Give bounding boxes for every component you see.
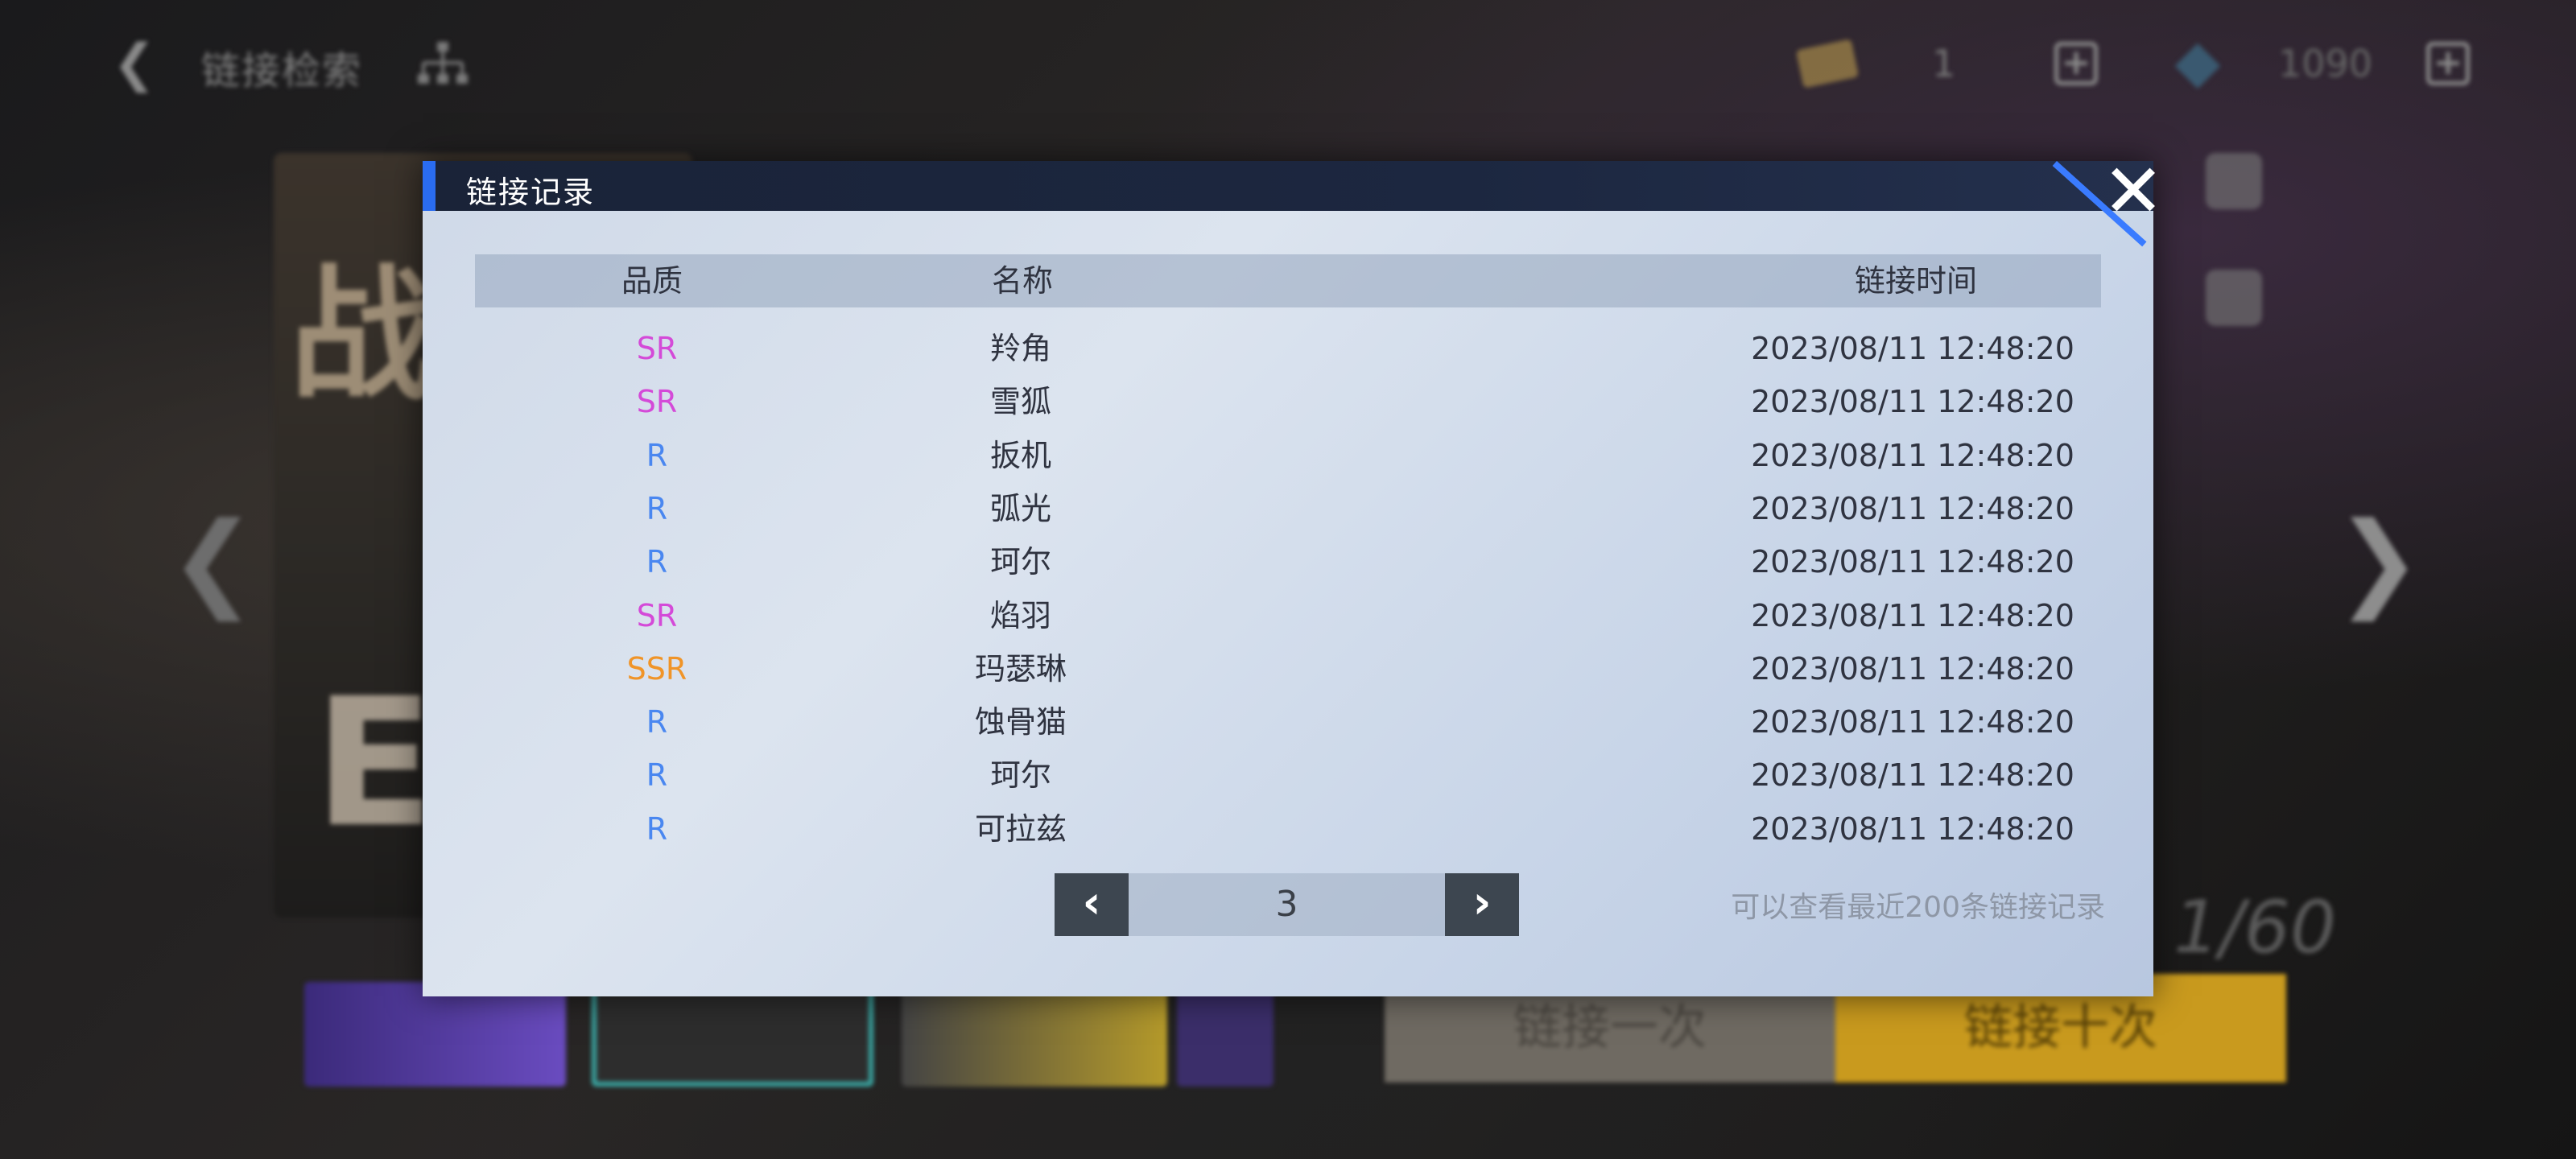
table-row: R 蚀骨猫 2023/08/11 12:48:20 [475,695,2101,749]
time-cell: 2023/08/11 12:48:20 [1751,810,2074,847]
link-record-dialog: 链接记录 品质 名称 链接时间 SR 羚角 2023/08/11 12:48:20 S… [423,161,2153,996]
page-number: 3 [1129,873,1445,936]
hierarchy-icon[interactable] [415,40,471,89]
time-cell: 2023/08/11 12:48:20 [1751,331,2074,366]
banner-thumbnail[interactable] [902,982,1167,1087]
name-cell: 可拉兹 [974,810,1067,847]
dialog-title: 链接记录 [466,175,596,210]
banner-logo-text: 战 [290,252,436,420]
table-row: R 珂尔 2023/08/11 12:48:20 [475,535,2101,588]
table-row: R 扳机 2023/08/11 12:48:20 [475,429,2101,482]
quality-cell: R [646,704,668,740]
name-cell: 蚀骨猫 [974,704,1067,740]
next-banner-arrow-icon[interactable]: ❯ [2334,499,2422,621]
column-header-time: 链接时间 [1854,263,1977,299]
banner-letter: E [314,660,436,866]
name-cell: 玛瑟琳 [974,650,1067,687]
name-cell: 扳机 [989,437,1051,473]
column-header-name: 名称 [991,263,1053,299]
table-row: R 弧光 2023/08/11 12:48:20 [475,482,2101,535]
quality-cell: SR [636,331,678,366]
quality-cell: SR [636,384,678,420]
quality-cell: R [646,437,668,473]
prev-banner-arrow-icon[interactable]: ❮ [169,499,257,621]
prev-page-button[interactable]: ‹ [1055,873,1129,936]
page-title: 链接检索 [201,48,363,93]
banner-thumbnail[interactable] [1177,982,1274,1087]
name-cell: 珂尔 [989,757,1051,794]
quality-cell: R [646,810,668,847]
record-limit-note: 可以查看最近200条链接记录 [1731,891,2105,924]
time-cell: 2023/08/11 12:48:20 [1751,704,2074,740]
time-cell: 2023/08/11 12:48:20 [1751,597,2074,633]
banner-thumbnail[interactable] [304,982,566,1087]
dialog-header: 链接记录 [423,161,2153,247]
name-cell: 弧光 [989,490,1051,526]
name-cell: 雪狐 [989,384,1051,420]
time-cell: 2023/08/11 12:48:20 [1751,437,2074,473]
table-header: 品质 名称 链接时间 [475,254,2101,307]
close-icon[interactable]: ✕ [2093,151,2174,232]
time-cell: 2023/08/11 12:48:20 [1751,490,2074,526]
gem-count: 1090 [2278,42,2373,85]
time-cell: 2023/08/11 12:48:20 [1751,650,2074,687]
name-cell: 羚角 [989,331,1051,366]
table-row: SR 雪狐 2023/08/11 12:48:20 [475,375,2101,428]
ticket-count: 1 [1932,42,1956,85]
table-row: SR 焰羽 2023/08/11 12:48:20 [475,589,2101,642]
column-header-quality: 品质 [621,263,683,299]
name-cell: 焰羽 [989,597,1051,633]
name-cell: 珂尔 [989,544,1051,580]
add-gem-icon[interactable]: + [2426,42,2470,85]
table-row: R 珂尔 2023/08/11 12:48:20 [475,749,2101,802]
back-arrow-icon[interactable]: ❮ [113,35,161,92]
quality-cell: SR [636,597,678,633]
quality-cell: R [646,544,668,580]
progress-counter: 1/60 [2174,885,2337,970]
quality-cell: R [646,757,668,794]
table-row: R 可拉兹 2023/08/11 12:48:20 [475,802,2101,856]
time-cell: 2023/08/11 12:48:20 [1751,384,2074,420]
time-cell: 2023/08/11 12:48:20 [1751,544,2074,580]
table-row: SSR 玛瑟琳 2023/08/11 12:48:20 [475,642,2101,695]
quality-cell: R [646,490,668,526]
record-icon[interactable] [2206,270,2262,326]
ticket-icon [1795,39,1860,89]
header-accent-bar [423,161,436,211]
add-ticket-icon[interactable]: + [2054,42,2098,85]
time-cell: 2023/08/11 12:48:20 [1751,757,2074,794]
info-icon[interactable] [2206,153,2262,209]
quality-cell: SSR [626,650,687,687]
gem-icon [2174,43,2221,89]
next-page-button[interactable]: › [1445,873,1519,936]
banner-thumbnail[interactable] [592,982,873,1087]
table-row: SR 羚角 2023/08/11 12:48:20 [475,322,2101,375]
